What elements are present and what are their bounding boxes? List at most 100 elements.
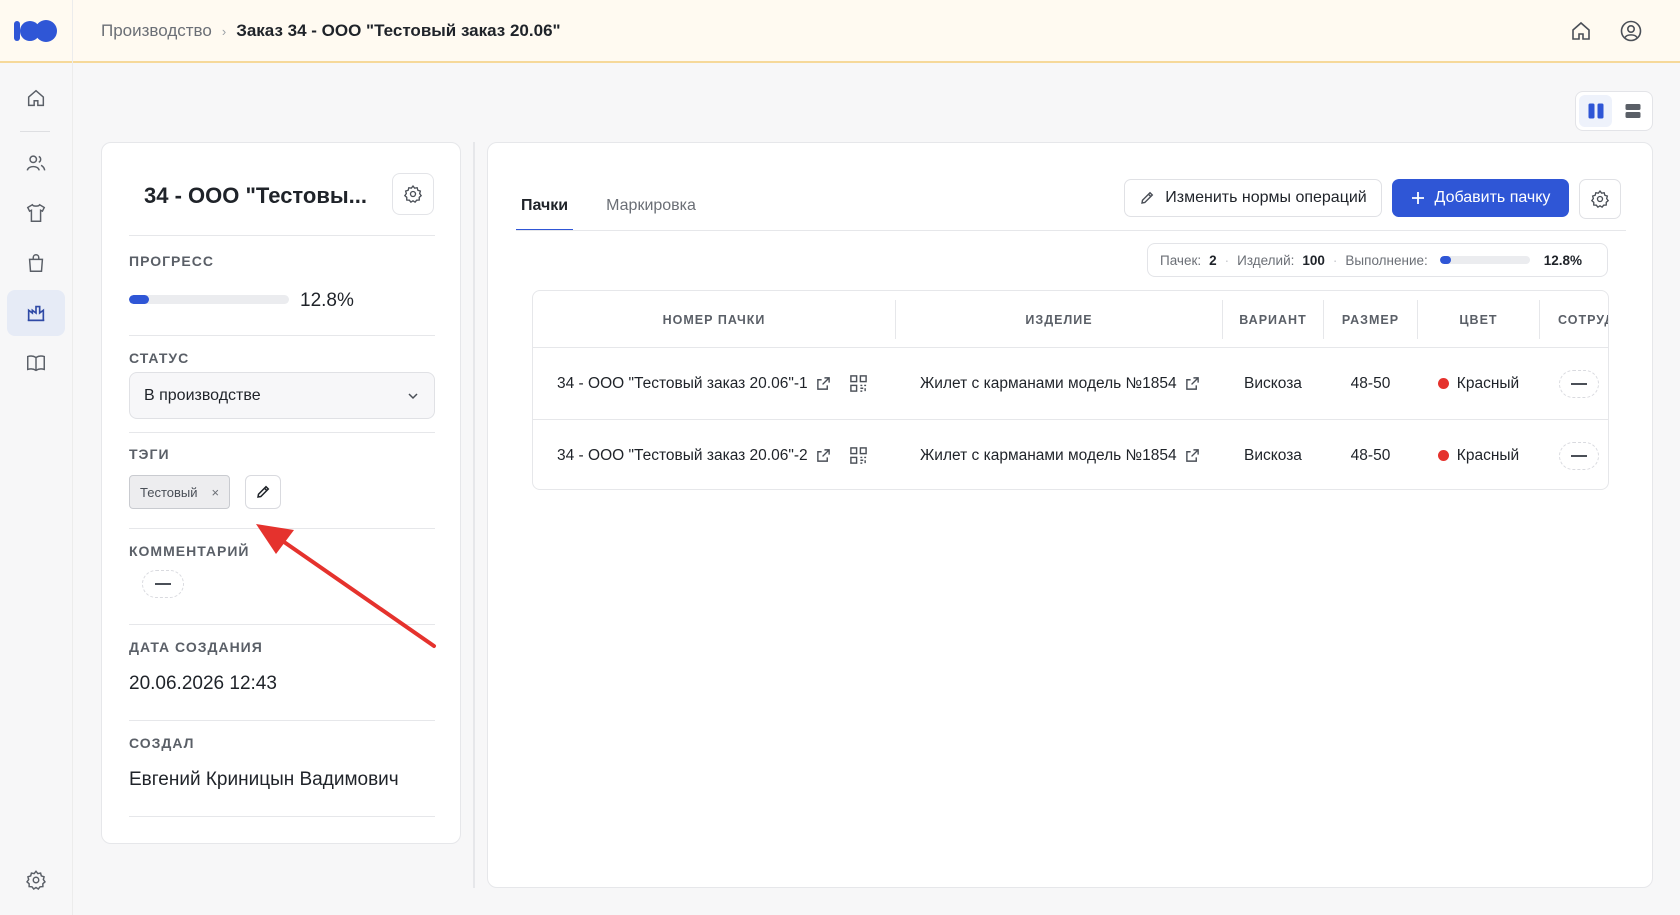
items-count-value: 100 [1302, 252, 1325, 268]
color-cell: Красный [1418, 348, 1539, 419]
add-batch-button[interactable]: Добавить пачку [1392, 179, 1569, 217]
order-title: 34 - ООО "Тестовы... [144, 183, 367, 208]
add-batch-label: Добавить пачку [1434, 189, 1551, 206]
status-value: В производстве [144, 386, 261, 404]
product-link[interactable]: Жилет с карманами модель №1854 [920, 375, 1177, 393]
external-link-icon[interactable] [1185, 376, 1200, 391]
variant-cell: Вискоза [1244, 446, 1302, 464]
product-cell: Жилет с карманами модель №1854 [920, 420, 1200, 489]
column-header-product[interactable]: ИЗДЕЛИЕ [896, 291, 1222, 348]
completion-value: 12.8% [1543, 252, 1583, 268]
book-icon [27, 355, 45, 372]
employee-cell [1559, 420, 1599, 489]
batch-cell: 34 - ООО "Тестовый заказ 20.06"-1 [557, 348, 868, 419]
edit-norms-button[interactable]: Изменить нормы операций [1124, 179, 1382, 217]
tag-chip: Тестовый × [129, 475, 231, 509]
users-icon [26, 155, 46, 171]
sidebar-item-production[interactable] [7, 290, 65, 336]
sidebar-item-products[interactable] [7, 190, 65, 236]
edit-tags-button[interactable] [245, 475, 281, 509]
sidebar [0, 63, 73, 915]
pencil-icon [257, 485, 270, 498]
tag-remove-button[interactable]: × [212, 485, 220, 500]
batch-number-link[interactable]: 34 - ООО "Тестовый заказ 20.06"-1 [557, 375, 808, 393]
external-link-icon[interactable] [1185, 448, 1200, 463]
chevron-down-icon [408, 392, 418, 399]
column-header-employee[interactable]: СОТРУД [1540, 291, 1608, 348]
color-swatch [1437, 450, 1449, 461]
color-label: Красный [1456, 374, 1520, 392]
app-logo[interactable] [12, 18, 58, 44]
batches-count-label: Пачек: [1160, 252, 1202, 268]
production-icon [27, 305, 45, 322]
tags-label: ТЭГИ [129, 446, 170, 462]
employee-cell [1559, 348, 1599, 419]
tab-marking[interactable]: Маркировка [601, 183, 701, 231]
employee-empty-button[interactable] [1559, 369, 1599, 398]
table-row[interactable]: 34 - ООО "Тестовый заказ 20.06"-2 Жилет … [533, 419, 1608, 489]
order-progress-text: 12.8% [300, 290, 354, 311]
sidebar-item-orders[interactable] [7, 240, 65, 286]
variant-cell: Вискоза [1244, 374, 1302, 392]
table-row[interactable]: 34 - ООО "Тестовый заказ 20.06"-1 Жилет … [533, 348, 1608, 419]
home-icon [27, 89, 45, 107]
view-stacked-button[interactable] [1616, 95, 1649, 127]
home-icon[interactable] [1569, 19, 1593, 43]
breadcrumb-current: Заказ 34 - ООО "Тестовый заказ 20.06" [236, 21, 561, 40]
panel-resize-handle[interactable] [473, 142, 475, 888]
created-date-value: 20.06.2026 12:43 [129, 673, 277, 694]
size-cell: 48-50 [1350, 374, 1391, 392]
order-settings-button[interactable] [392, 173, 434, 215]
sidebar-item-settings[interactable] [7, 857, 65, 903]
comment-empty-button[interactable] [142, 570, 184, 598]
pencil-icon [1141, 191, 1154, 204]
breadcrumb-parent-link[interactable]: Производство [101, 21, 212, 41]
table-settings-button[interactable] [1579, 179, 1621, 219]
breadcrumb: Производство › Заказ 34 - ООО "Тестовый … [101, 21, 561, 41]
tabs-divider [516, 230, 1626, 231]
status-label: СТАТУС [129, 350, 190, 366]
batch-number-link[interactable]: 34 - ООО "Тестовый заказ 20.06"-2 [557, 447, 808, 465]
annotation-arrow [256, 524, 436, 648]
sidebar-separator [20, 131, 50, 132]
created-by-label: СОЗДАЛ [129, 735, 195, 751]
stats-separator: · [1224, 252, 1230, 268]
created-by-value: Евгений Криницын Вадимович [129, 769, 399, 790]
stats-separator: · [1332, 252, 1338, 268]
divider [129, 816, 435, 817]
color-label: Красный [1456, 446, 1520, 464]
external-link-icon[interactable] [816, 448, 831, 463]
gear-icon [1590, 190, 1610, 209]
column-header-size[interactable]: РАЗМЕР [1324, 291, 1417, 348]
sidebar-item-home[interactable] [7, 75, 65, 121]
sidebar-item-guide[interactable] [7, 340, 65, 386]
rows-icon [1625, 104, 1640, 118]
batches-count-value: 2 [1209, 252, 1217, 268]
tabs: Пачки Маркировка [516, 183, 701, 231]
qr-code-icon[interactable] [849, 446, 868, 465]
breadcrumb-separator: › [221, 23, 227, 39]
qr-code-icon[interactable] [849, 374, 868, 393]
batch-stats: Пачек: 2 · Изделий: 100 · Выполнение: 12… [1147, 243, 1608, 277]
sidebar-item-users[interactable] [7, 140, 65, 186]
tab-batches[interactable]: Пачки [516, 183, 574, 231]
product-link[interactable]: Жилет с карманами модель №1854 [920, 447, 1177, 465]
order-details-card: 34 - ООО "Тестовы... ПРОГРЕСС 12.8% СТАТ… [101, 142, 461, 844]
plus-icon [1411, 192, 1424, 204]
status-select[interactable]: В производстве [129, 372, 435, 419]
view-toggle [1575, 91, 1653, 131]
column-header-variant[interactable]: ВАРИАНТ [1223, 291, 1323, 348]
table-header: НОМЕР ПАЧКИ ИЗДЕЛИЕ ВАРИАНТ РАЗМЕР ЦВЕТ … [533, 291, 1608, 348]
user-circle-icon[interactable] [1619, 19, 1643, 43]
gear-icon [403, 185, 423, 204]
view-split-button[interactable] [1579, 95, 1612, 127]
bag-icon [28, 254, 44, 272]
dash-icon [1571, 382, 1587, 385]
column-header-color[interactable]: ЦВЕТ [1418, 291, 1539, 348]
divider [129, 720, 435, 721]
employee-empty-button[interactable] [1559, 441, 1599, 470]
column-header-batch[interactable]: НОМЕР ПАЧКИ [533, 291, 895, 348]
order-progress-bar [129, 295, 289, 304]
completion-progress-fill [1439, 256, 1452, 264]
external-link-icon[interactable] [816, 376, 831, 391]
